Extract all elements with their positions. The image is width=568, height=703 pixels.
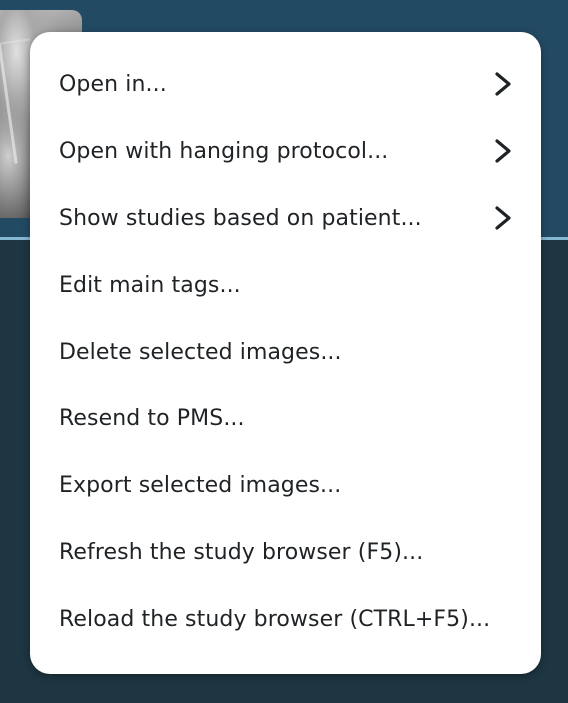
- menu-item-show-studies-based-on-patient[interactable]: Show studies based on patient...: [30, 185, 541, 252]
- context-menu: Open in... Open with hanging protocol...…: [30, 32, 541, 674]
- menu-item-delete-selected-images[interactable]: Delete selected images...: [30, 319, 541, 386]
- menu-item-label: Reload the study browser (CTRL+F5)...: [59, 607, 491, 633]
- chevron-right-icon: [495, 72, 511, 97]
- menu-item-label: Refresh the study browser (F5)...: [59, 540, 424, 566]
- chevron-right-icon: [495, 206, 511, 230]
- menu-item-label: Open in...: [59, 71, 167, 97]
- menu-item-export-selected-images[interactable]: Export selected images...: [30, 452, 541, 519]
- menu-item-open-in[interactable]: Open in...: [30, 51, 541, 118]
- menu-item-label: Open with hanging protocol...: [59, 138, 389, 164]
- menu-item-reload-study-browser[interactable]: Reload the study browser (CTRL+F5)...: [30, 586, 541, 653]
- menu-item-resend-to-pms[interactable]: Resend to PMS...: [30, 385, 541, 452]
- menu-item-label: Resend to PMS...: [59, 406, 245, 432]
- menu-item-label: Edit main tags...: [59, 272, 241, 298]
- menu-item-refresh-study-browser[interactable]: Refresh the study browser (F5)...: [30, 519, 541, 586]
- chevron-right-icon: [495, 139, 511, 163]
- menu-item-label: Export selected images...: [59, 473, 342, 499]
- menu-item-label: Delete selected images...: [59, 339, 342, 365]
- menu-item-open-with-hanging-protocol[interactable]: Open with hanging protocol...: [30, 118, 541, 185]
- menu-item-edit-main-tags[interactable]: Edit main tags...: [30, 252, 541, 319]
- menu-item-label: Show studies based on patient...: [59, 205, 422, 231]
